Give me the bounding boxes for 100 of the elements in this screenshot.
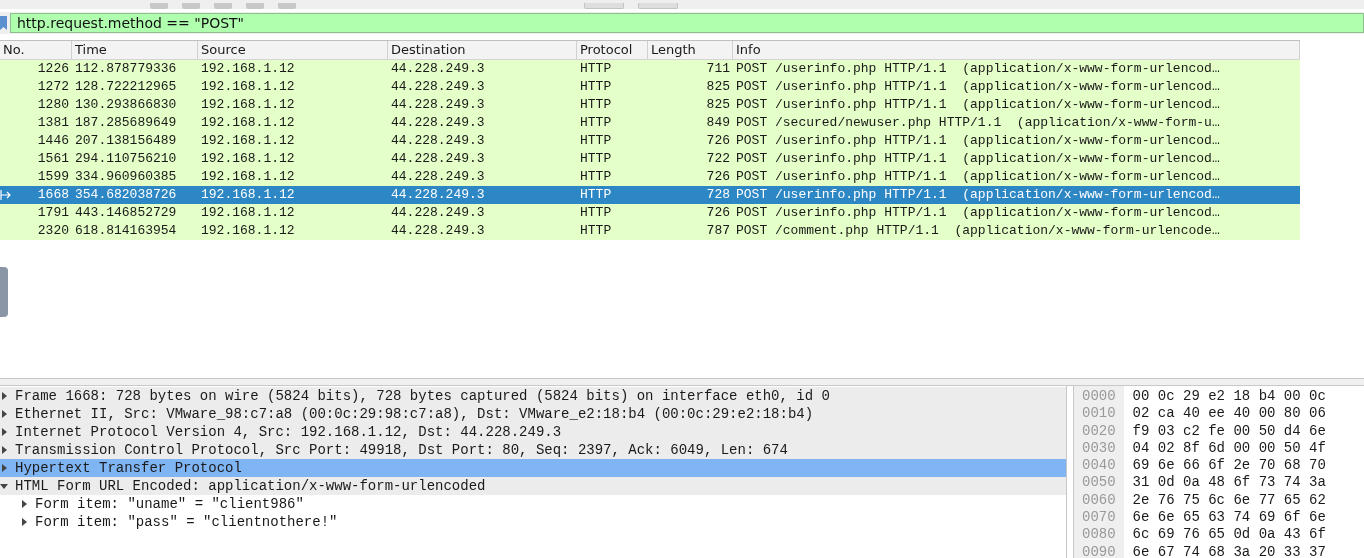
hex-offset: 0060 — [1082, 491, 1116, 510]
tree-item[interactable]: Frame 1668: 728 bytes on wire (5824 bits), 728 bytes captured (5824 bits) on interface eth0, id 0 — [0, 387, 1066, 405]
table-cell-text: 44.228.249.3 — [390, 96, 486, 114]
table-cell-text: 1280 — [36, 96, 70, 114]
table-cell-text: 44.228.249.3 — [390, 186, 486, 204]
table-cell-text: 726 — [705, 204, 731, 222]
expand-triangle-icon[interactable] — [0, 428, 8, 436]
packet-row[interactable]: 1381 187.285689649 192.168.1.12 44.228.249.3 HTTP 849 POST /secured/newuser.php HTTP/1.1 (application/x-www-form-u… — [0, 114, 1300, 132]
hex-offset: 0020 — [1082, 422, 1116, 440]
collapse-triangle-icon[interactable] — [0, 482, 8, 490]
table-cell-text: 44.228.249.3 — [390, 132, 486, 150]
table-cell-text: HTTP — [579, 60, 613, 78]
packet-row[interactable]: 1226 112.878779336 192.168.1.12 44.228.249.3 HTTP 711 POST /userinfo.php HTTP/1.1 (application/x-www-form-urlencod… — [0, 60, 1300, 78]
expand-triangle-icon[interactable] — [0, 392, 8, 400]
table-cell-text: 130.293866830 — [74, 96, 178, 114]
expand-triangle-icon[interactable] — [0, 410, 8, 418]
table-cell-text: 726 — [705, 132, 731, 150]
tree-item[interactable]: Ethernet II, Src: VMware_98:c7:a8 (00:0c:29:98:c7:a8), Dst: VMware_e2:18:b4 (00:0c:29:e2:18:b4) — [0, 405, 1066, 423]
tree-item[interactable]: Internet Protocol Version 4, Src: 192.168.1.12, Dst: 44.228.249.3 — [0, 423, 1066, 441]
table-cell-text: 44.228.249.3 — [390, 222, 486, 240]
table-cell-text: HTTP — [579, 204, 613, 222]
hex-bytes: 02 ca 40 ee 40 00 80 06 — [1132, 405, 1326, 423]
table-cell-text: 192.168.1.12 — [200, 204, 296, 222]
expand-triangle-icon[interactable] — [20, 500, 28, 508]
packet-row[interactable]: 2320 618.814163954 192.168.1.12 44.228.249.3 HTTP 787 POST /comment.php HTTP/1.1 (application/x-www-form-urlencode… — [0, 222, 1300, 240]
packet-row[interactable]: 1791 443.146852729 192.168.1.12 44.228.249.3 HTTP 726 POST /userinfo.php HTTP/1.1 (application/x-www-form-urlencod… — [0, 204, 1300, 222]
packet-row[interactable]: 1280 130.293866830 192.168.1.12 44.228.249.3 HTTP 825 POST /userinfo.php HTTP/1.1 (application/x-www-form-urlencod… — [0, 96, 1300, 114]
table-cell-text: 1668 — [36, 186, 70, 204]
display-filter-field[interactable]: http.request.method == "POST" — [10, 13, 1364, 33]
packet-row[interactable]: 1561 294.110756210 192.168.1.12 44.228.249.3 HTTP 722 POST /userinfo.php HTTP/1.1 (application/x-www-form-urlencod… — [0, 150, 1300, 168]
packet-row[interactable]: 1599 334.960960385 192.168.1.12 44.228.249.3 HTTP 726 POST /userinfo.php HTTP/1.1 (application/x-www-form-urlencod… — [0, 168, 1300, 186]
table-cell-text: 849 — [705, 114, 731, 132]
table-cell-text: 1791 — [36, 204, 70, 222]
hex-bytes: 6c 69 76 65 0d 0a 43 6f — [1132, 526, 1326, 544]
hex-offset: 0000 — [1082, 388, 1116, 406]
table-cell-text: 825 — [705, 78, 731, 96]
table-cell-text: 2320 — [36, 222, 70, 240]
table-cell-text: POST /userinfo.php HTTP/1.1 (application/x-www-form-urlencod… — [735, 132, 1221, 150]
table-cell-text: 1226 — [36, 60, 70, 78]
column-header[interactable]: Source — [198, 41, 388, 59]
column-header[interactable]: Protocol — [577, 41, 648, 59]
table-cell-text: 44.228.249.3 — [390, 114, 486, 132]
hex-bytes: 69 6e 66 6f 2e 70 68 70 — [1132, 457, 1326, 475]
hex-offset: 0080 — [1082, 526, 1116, 544]
table-cell-text: 728 — [705, 186, 731, 204]
table-cell-text: POST /userinfo.php HTTP/1.1 (application/x-www-form-urlencod… — [735, 168, 1221, 186]
table-cell-text: 192.168.1.12 — [200, 132, 296, 150]
hex-bytes: f9 03 c2 fe 00 50 d4 6e — [1132, 422, 1326, 440]
table-cell-text: HTTP — [579, 186, 613, 204]
column-header[interactable]: Time — [72, 41, 198, 59]
packet-row[interactable]: 1668 354.682038726 192.168.1.12 44.228.249.3 HTTP 728 POST /userinfo.php HTTP/1.1 (application/x-www-form-urlencod… — [0, 186, 1300, 204]
hex-bytes: 04 02 8f 6d 00 00 50 4f — [1132, 439, 1326, 458]
packet-row[interactable]: 1446 207.138156489 192.168.1.12 44.228.249.3 HTTP 726 POST /userinfo.php HTTP/1.1 (application/x-www-form-urlencod… — [0, 132, 1300, 150]
table-cell-text: 44.228.249.3 — [390, 168, 486, 186]
arrow-icon — [0, 190, 12, 200]
table-cell-text: 726 — [705, 168, 731, 186]
table-cell-text: 44.228.249.3 — [390, 60, 486, 78]
column-header[interactable]: Length — [648, 41, 733, 59]
bookmark-icon[interactable] — [0, 16, 8, 30]
hex-bytes: 31 0d 0a 48 6f 73 74 3a — [1132, 474, 1326, 492]
table-cell-text: 192.168.1.12 — [200, 150, 296, 168]
hex-offset: 0040 — [1082, 457, 1116, 475]
table-cell-text: HTTP — [579, 96, 613, 114]
table-cell-text: 192.168.1.12 — [200, 114, 296, 132]
expand-triangle-icon[interactable] — [20, 518, 28, 526]
tree-item[interactable]: HTML Form URL Encoded: application/x-www-form-urlencoded — [0, 477, 1066, 495]
expand-triangle-icon[interactable] — [0, 446, 8, 454]
hex-offset: 0090 — [1082, 543, 1116, 558]
table-cell-text: POST /secured/newuser.php HTTP/1.1 (application/x-www-form-u… — [735, 114, 1221, 132]
table-cell-text: POST /userinfo.php HTTP/1.1 (application/x-www-form-urlencod… — [735, 150, 1221, 168]
hex-offset: 0050 — [1082, 474, 1116, 492]
table-cell-text: 44.228.249.3 — [390, 204, 486, 222]
packet-row[interactable]: 1272 128.722212965 192.168.1.12 44.228.249.3 HTTP 825 POST /userinfo.php HTTP/1.1 (application/x-www-form-urlencod… — [0, 78, 1300, 96]
table-cell-text: 711 — [705, 60, 731, 78]
table-cell-text: 192.168.1.12 — [200, 96, 296, 114]
table-cell-text: 44.228.249.3 — [390, 150, 486, 168]
table-cell-text: 128.722212965 — [74, 78, 178, 96]
table-cell-text: 722 — [705, 150, 731, 168]
table-cell-text: 1381 — [36, 114, 70, 132]
tree-item[interactable]: Form item: "pass" = "clientnothere!" — [0, 513, 1066, 531]
tree-item[interactable]: Transmission Control Protocol, Src Port: 49918, Dst Port: 80, Seq: 2397, Ack: 6049, Len: 674 — [0, 441, 1066, 459]
table-cell-text: 443.146852729 — [74, 204, 178, 222]
hex-offset: 0030 — [1082, 439, 1116, 458]
pane-splitter[interactable] — [0, 378, 1364, 386]
tree-item[interactable]: Hypertext Transfer Protocol — [0, 459, 1066, 477]
column-header[interactable]: Info — [733, 41, 1300, 59]
column-header[interactable]: No. — [0, 41, 72, 59]
table-cell-text: 192.168.1.12 — [200, 222, 296, 240]
table-cell-text: POST /userinfo.php HTTP/1.1 (application/x-www-form-urlencod… — [735, 204, 1221, 222]
expand-triangle-icon[interactable] — [0, 464, 8, 472]
resize-handle[interactable] — [0, 267, 8, 317]
table-cell-text: POST /userinfo.php HTTP/1.1 (application/x-www-form-urlencod… — [735, 186, 1221, 204]
table-cell-text: 825 — [705, 96, 731, 114]
table-cell-text: 1599 — [36, 168, 70, 186]
column-header[interactable]: Destination — [388, 41, 577, 59]
table-cell-text: 334.960960385 — [74, 168, 178, 186]
tree-item[interactable]: Form item: "uname" = "client986" — [0, 495, 1066, 513]
table-cell-text: 1272 — [36, 78, 70, 96]
table-cell-text: 1446 — [36, 132, 70, 150]
hex-bytes: 2e 76 75 6c 6e 77 65 62 — [1132, 491, 1326, 510]
